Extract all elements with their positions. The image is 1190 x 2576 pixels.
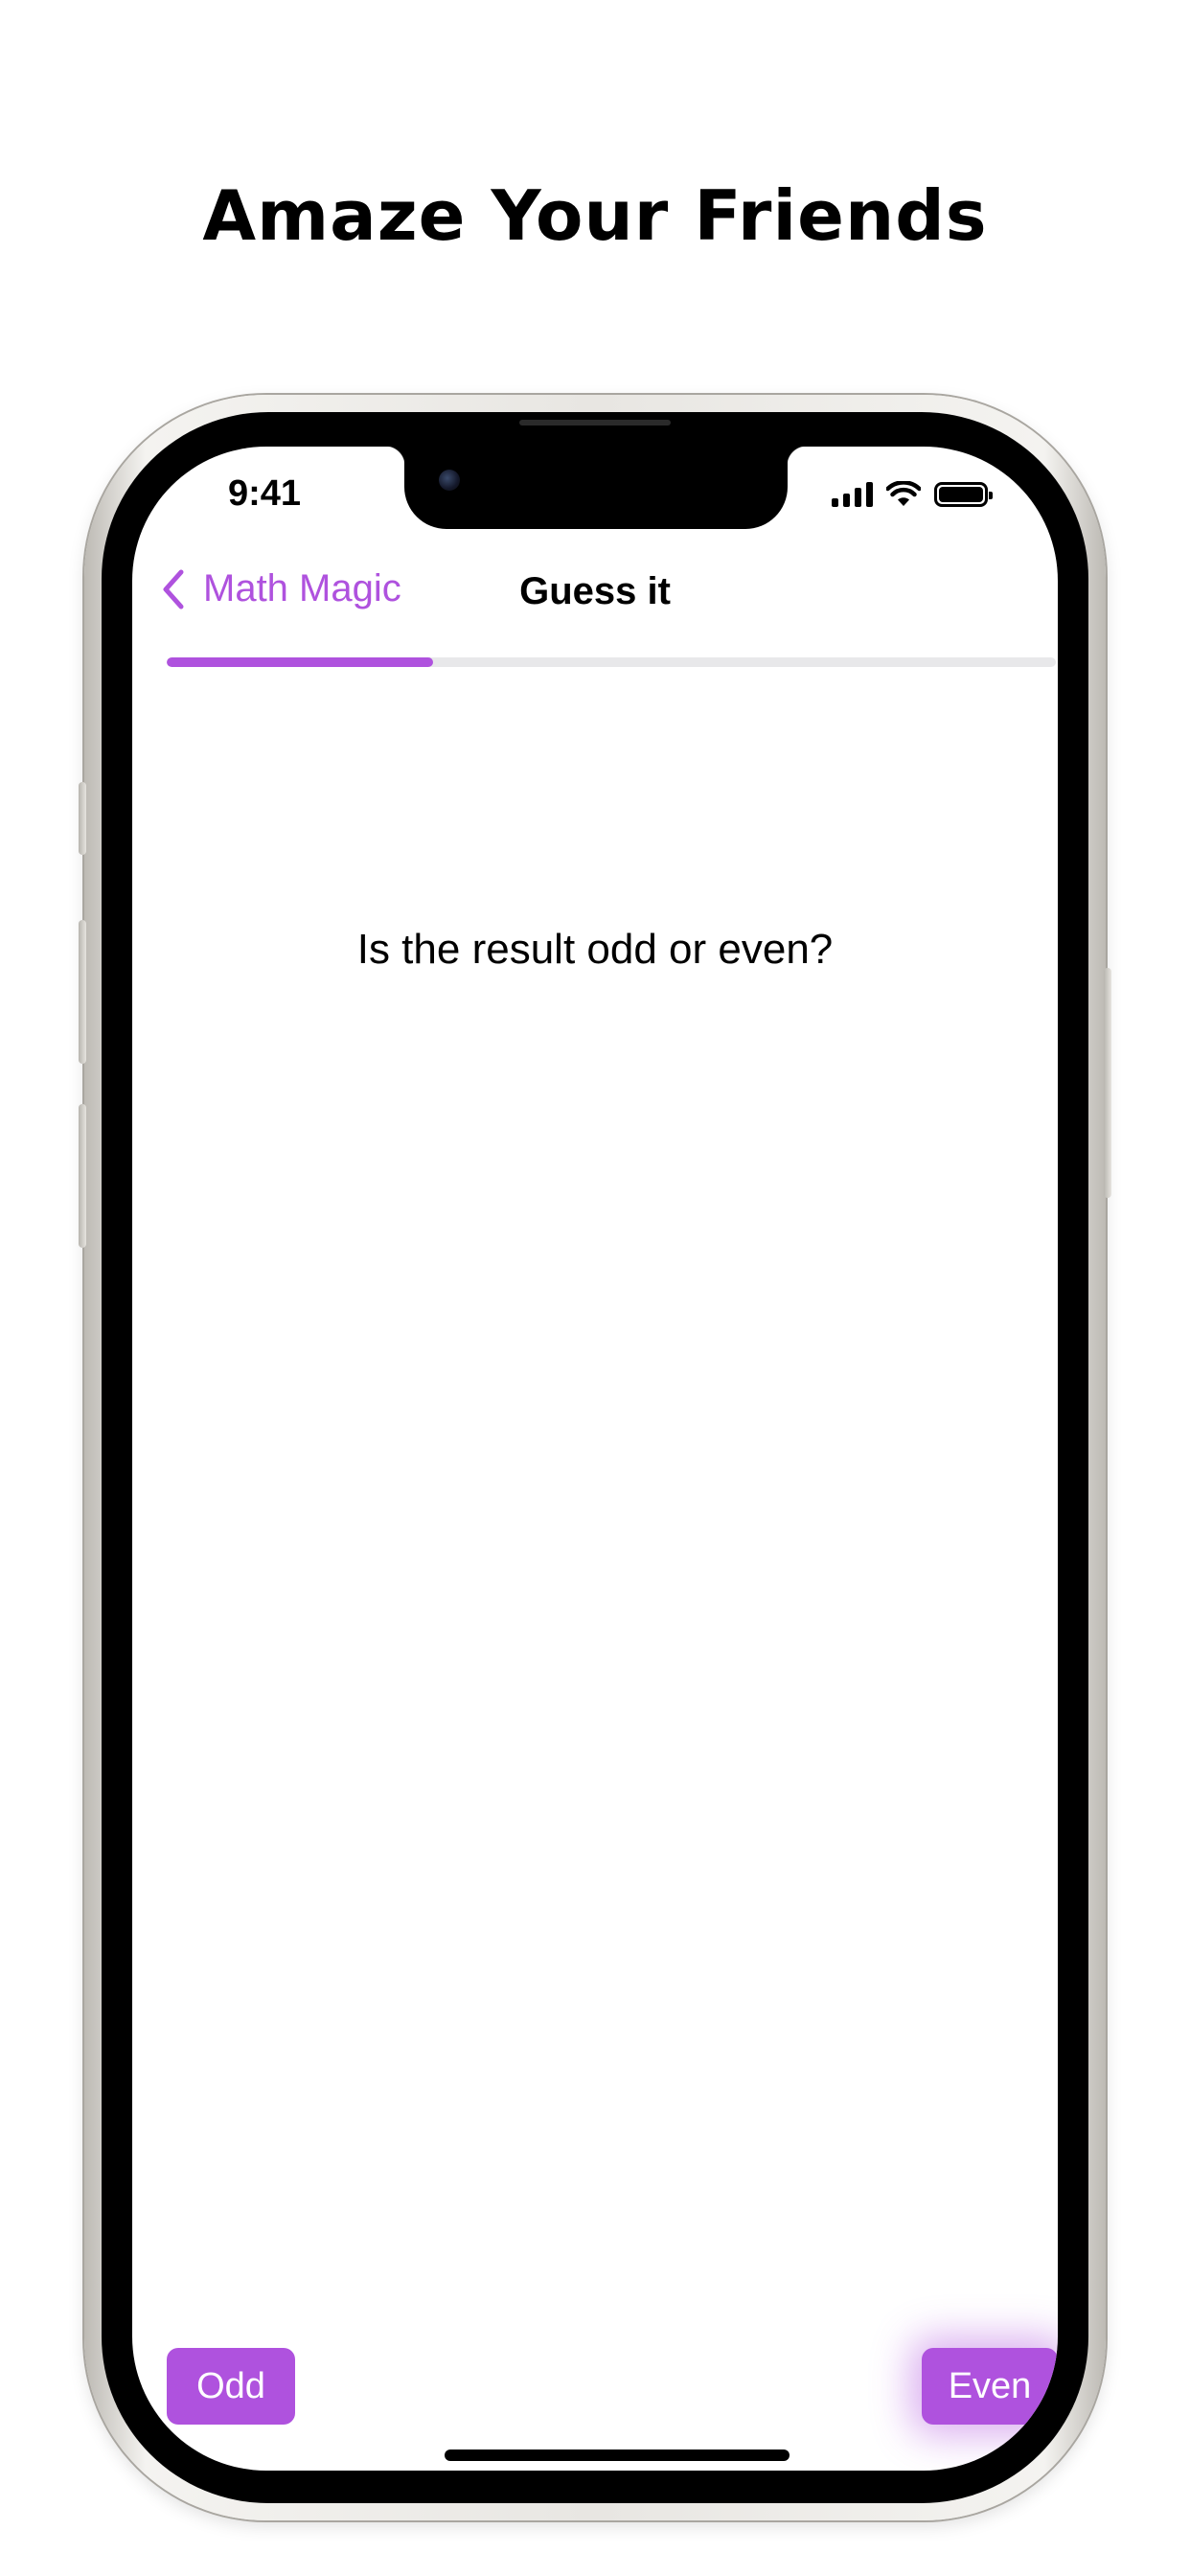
question-text: Is the result odd or even?: [356, 926, 834, 973]
status-time: 9:41: [228, 473, 302, 514]
notch: [385, 447, 807, 529]
volume-down-button: [79, 1104, 86, 1248]
even-button[interactable]: Even: [922, 2348, 1058, 2425]
progress-bar-fill: [167, 657, 434, 667]
volume-up-button: [79, 920, 86, 1064]
progress-bar: [167, 657, 1056, 667]
odd-button[interactable]: Odd: [167, 2348, 295, 2425]
wifi-icon: [886, 481, 921, 506]
earpiece-speaker: [519, 420, 671, 426]
status-icons: [832, 481, 993, 508]
battery-icon: [934, 482, 993, 507]
power-button: [1104, 968, 1111, 1198]
front-camera-icon: [439, 470, 460, 491]
nav-title: Guess it: [519, 570, 671, 612]
promo-headline: Amaze Your Friends: [202, 175, 988, 256]
app-screen: 9:41 Math Magic Guess it Is the result o…: [132, 447, 1058, 2471]
silent-switch: [79, 782, 86, 855]
cellular-signal-icon: [832, 482, 873, 507]
home-indicator[interactable]: [445, 2450, 790, 2461]
